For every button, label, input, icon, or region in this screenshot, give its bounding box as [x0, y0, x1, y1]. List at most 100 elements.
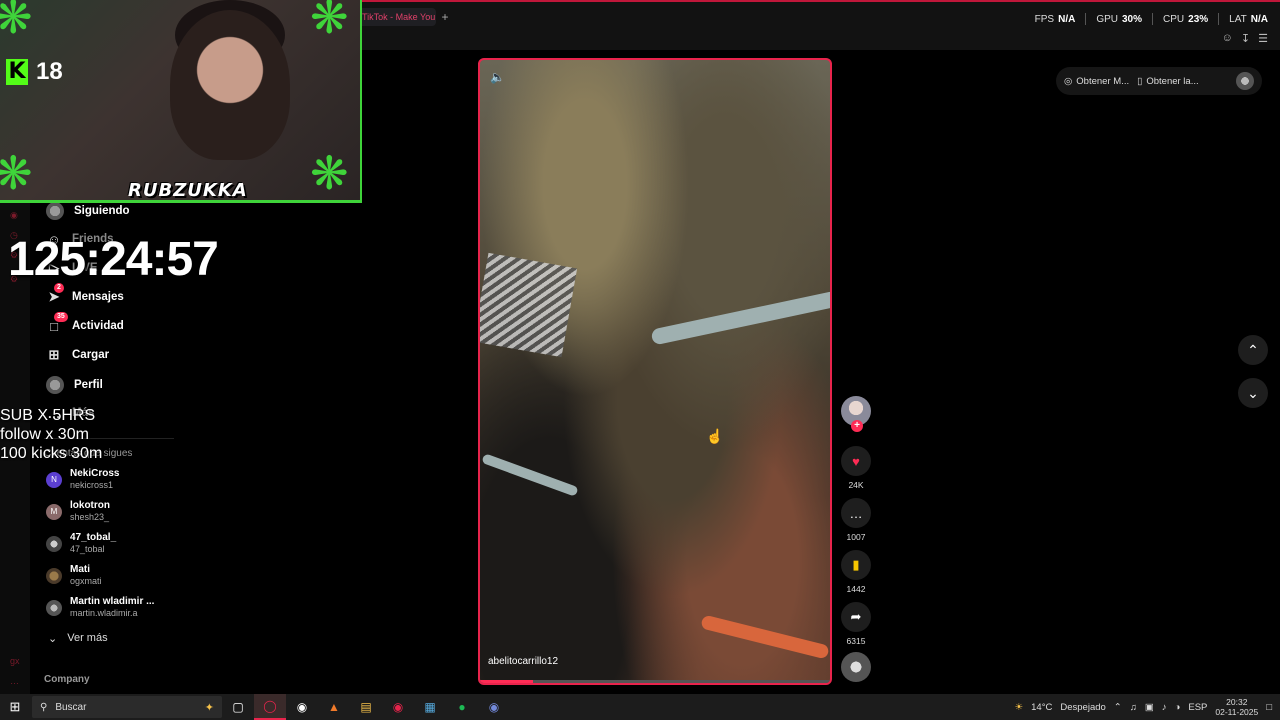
weather-temp[interactable]: 14°C [1031, 702, 1052, 713]
see-more-button[interactable]: ⌄ Ver más [48, 632, 108, 645]
account-handle: ogxmati [70, 576, 102, 586]
sidebar-item-profile[interactable]: Perfil [46, 376, 103, 394]
rule-line: follow x 30m [0, 426, 89, 443]
video-wire [700, 614, 830, 660]
company-link[interactable]: Company [44, 674, 90, 685]
display-icon[interactable]: ▣ [1145, 702, 1154, 713]
sidebar-item-messages[interactable]: ➤ 2 Mensajes [46, 283, 124, 305]
browser-toolbar: ☺ ↧ ☰ [1222, 32, 1268, 45]
rule-line: 100 kicks 30m [0, 445, 103, 462]
account-handle: martin.wladimir.a [70, 608, 138, 618]
browser-tab[interactable]: TikTok - Make You [356, 8, 436, 26]
sidebar-gx-icon[interactable]: gx [10, 656, 20, 666]
sidebar-dot-icon[interactable]: ◉ [10, 210, 18, 221]
sidebar-item-label: Perfil [74, 379, 103, 391]
profile-icon[interactable]: ☺ [1222, 32, 1233, 45]
sidebar-item-following[interactable]: Siguiendo [46, 202, 130, 220]
avatar [46, 567, 62, 584]
comment-button[interactable]: … 1007 [841, 498, 871, 542]
list-item[interactable]: Martin wladimir ... martin.wladimir.a [46, 596, 154, 619]
video-spring [480, 252, 578, 358]
discord-icon[interactable]: ◉ [478, 694, 510, 720]
get-app-pill: ◎ Obtener M... ▯ Obtener la... [1056, 67, 1262, 95]
get-coins-button[interactable]: ◎ Obtener M... [1064, 76, 1129, 87]
share-button[interactable]: ➦ 6315 [841, 602, 871, 646]
upload-icon: ⊞ [48, 347, 60, 362]
messages-icon: ➤ 2 [46, 283, 64, 305]
notifications-icon[interactable]: □ [1266, 702, 1272, 713]
rule-line: SUB X 5HRS [0, 407, 96, 424]
like-count: 24K [848, 480, 864, 490]
account-name: Mati [70, 564, 90, 575]
comment-icon: … [841, 498, 871, 528]
store-icon[interactable]: ▦ [414, 694, 446, 720]
user-avatar[interactable] [1236, 72, 1254, 90]
cursor-icon: ☝ [706, 428, 724, 444]
weather-icon: ☀ [1014, 701, 1024, 713]
download-icon[interactable]: ↧ [1241, 32, 1250, 45]
save-button[interactable]: ▮ 1442 [841, 550, 871, 594]
opera-gx-icon[interactable]: ◯ [254, 694, 286, 720]
list-item[interactable]: 47_tobal_ 47_tobal [46, 532, 116, 555]
task-view-icon[interactable]: ▢ [222, 694, 254, 720]
chevron-up-icon[interactable]: ⌃ [1114, 702, 1122, 713]
app-orange-icon[interactable]: ▲ [318, 694, 350, 720]
account-handle: nekicross1 [70, 480, 114, 490]
comment-count: 1007 [846, 532, 866, 542]
volume-icon[interactable]: ♪ [1162, 702, 1167, 713]
app-red-icon[interactable]: ◉ [382, 694, 414, 720]
profile-avatar-icon [46, 376, 64, 394]
new-tab-button[interactable]: + [438, 8, 452, 26]
get-app-button[interactable]: ▯ Obtener la... [1137, 76, 1199, 87]
sidebar-item-label: Siguiendo [74, 205, 130, 217]
obs-icon[interactable]: ◉ [286, 694, 318, 720]
list-item[interactable]: Mati ogxmati [46, 564, 102, 587]
sidebar-item-label: Actividad [72, 320, 124, 332]
list-item[interactable]: N NekiCross nekicross1 [46, 468, 119, 491]
get-coins-label: Obtener M... [1076, 75, 1130, 87]
previous-video-button[interactable]: ⌃ [1238, 335, 1268, 365]
like-button[interactable]: ♥ 24K [841, 446, 871, 490]
system-tray: ☀ 14°C Despejado ⌃ ♫ ▣ ♪ ◑ ESP 20:32 02-… [1015, 697, 1280, 717]
volume-icon[interactable]: 🔈 [490, 70, 505, 84]
sidebar-item-label: Mensajes [72, 291, 124, 303]
account-name: 47_tobal_ [70, 532, 117, 543]
windows-start-icon[interactable]: ⊞ [0, 699, 30, 715]
clock[interactable]: 20:32 02-11-2025 [1215, 697, 1258, 717]
video-player[interactable]: 🔈 abelitocarrillo12 [478, 58, 832, 685]
save-count: 1442 [846, 584, 866, 594]
sidebar-item-activity[interactable]: □ 35 Actividad [46, 312, 124, 334]
search-icon: ⚲ [40, 701, 48, 713]
avatar [46, 599, 62, 616]
screen: TikTok - Make You + FPS N/A GPU 30% CPU 23%… [0, 0, 1280, 720]
sidebar-item-upload[interactable]: ⊞ Cargar [46, 347, 110, 363]
chevron-down-icon: ⌄ [48, 633, 58, 645]
video-progress[interactable] [480, 680, 830, 683]
microphone-icon[interactable]: ♫ [1130, 702, 1137, 713]
network-icon[interactable]: ◑ [1175, 702, 1181, 713]
chevron-down-icon: ⌄ [1247, 384, 1259, 401]
sidebar-more-icon[interactable]: … [10, 676, 19, 686]
video-author[interactable]: abelitocarrillo12 [488, 656, 558, 667]
account-handle: shesh23_ [70, 512, 110, 522]
webcam-overlay: ❋ ❋ ❋ ❋ K 18 RUBZUKKA [0, 0, 362, 203]
avatar: M [46, 503, 62, 520]
next-video-button[interactable]: ⌄ [1238, 378, 1268, 408]
video-progress-fill [480, 680, 533, 683]
list-item[interactable]: M lokotron shesh23_ [46, 500, 110, 523]
file-explorer-icon[interactable]: ▤ [350, 694, 382, 720]
kick-viewer-count: K 18 [6, 58, 63, 86]
spotify-icon[interactable]: ● [446, 694, 478, 720]
leaf-icon: ❋ [310, 147, 349, 199]
follow-plus-icon[interactable]: + [851, 420, 863, 432]
weather-desc[interactable]: Despejado [1060, 702, 1105, 713]
see-more-label: Ver más [67, 632, 108, 644]
menu-icon[interactable]: ☰ [1258, 32, 1268, 45]
subathon-rules: SUB X 5HRS follow x 30m 100 kicks 30m [0, 406, 102, 463]
taskbar-search[interactable]: ⚲ Buscar ✦ [32, 696, 222, 718]
music-disc-icon[interactable] [841, 652, 871, 682]
phone-icon: ▯ [1137, 75, 1143, 87]
bookmark-icon: ▮ [841, 550, 871, 580]
language-indicator[interactable]: ESP [1188, 702, 1207, 713]
gx-stats: FPS N/A GPU 30% CPU 23% LAT N/A [1035, 13, 1268, 25]
